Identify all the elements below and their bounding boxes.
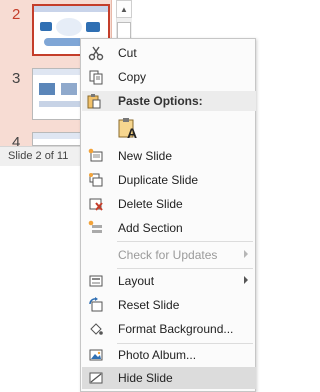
chevron-up-icon: ▲ (120, 4, 128, 14)
paste-keep-text-only-button[interactable]: A (115, 115, 141, 143)
menu-item-layout[interactable]: Layout (82, 270, 256, 292)
scroll-up-button[interactable]: ▲ (116, 0, 132, 18)
layout-icon (82, 270, 110, 292)
paste-options-header: Paste Options: (82, 91, 256, 111)
menu-item-cut[interactable]: Cut (82, 42, 256, 64)
new-slide-icon (82, 145, 110, 167)
empty-icon-slot (82, 244, 110, 266)
scissors-icon (82, 42, 110, 64)
duplicate-slide-icon (82, 169, 110, 191)
hide-slide-icon (82, 367, 110, 389)
menu-item-label: Delete Slide (118, 197, 183, 211)
add-section-icon (82, 217, 110, 239)
menu-item-label: Layout (118, 274, 155, 288)
photo-album-icon (82, 344, 110, 366)
menu-separator (117, 241, 253, 242)
menu-item-label: Duplicate Slide (118, 173, 199, 187)
menu-item-label: Reset Slide (118, 298, 180, 312)
menu-item-label: Cut (118, 46, 137, 60)
submenu-arrow-icon (244, 276, 248, 284)
context-menu: Cut Copy Paste Options: A New Slide Dupl… (80, 38, 256, 392)
menu-item-label: Photo Album... (118, 348, 197, 362)
menu-item-label: Add Section (118, 221, 183, 235)
menu-item-format-background[interactable]: Format Background... (82, 318, 256, 340)
reset-slide-icon (82, 294, 110, 316)
menu-item-hide-slide[interactable]: Hide Slide (82, 367, 256, 389)
menu-item-delete-slide[interactable]: Delete Slide (82, 193, 256, 215)
copy-icon (82, 66, 110, 88)
paste-text-letter: A (127, 125, 138, 141)
menu-item-label: Hide Slide (118, 371, 173, 385)
menu-item-label: Copy (118, 70, 147, 84)
paint-bucket-icon (82, 318, 110, 340)
menu-item-add-section[interactable]: Add Section (82, 217, 256, 239)
menu-item-new-slide[interactable]: New Slide (82, 145, 256, 167)
menu-item-label: Format Background... (118, 322, 234, 336)
menu-separator (117, 268, 253, 269)
menu-item-check-for-updates[interactable]: Check for Updates (82, 244, 256, 266)
menu-item-photo-album[interactable]: Photo Album... (82, 344, 256, 366)
paste-options-label: Paste Options: (118, 94, 203, 108)
menu-item-duplicate-slide[interactable]: Duplicate Slide (82, 169, 256, 191)
paste-icon (86, 93, 102, 112)
menu-item-copy[interactable]: Copy (82, 66, 256, 88)
menu-item-reset-slide[interactable]: Reset Slide (82, 294, 256, 316)
slide-number: 3 (12, 70, 21, 87)
submenu-arrow-icon (244, 250, 248, 258)
menu-item-label: Check for Updates (118, 248, 218, 262)
menu-item-label: New Slide (118, 149, 173, 163)
slide-number: 2 (12, 6, 21, 23)
delete-slide-icon (82, 193, 110, 215)
slide-count-status: Slide 2 of 11 (8, 150, 69, 162)
